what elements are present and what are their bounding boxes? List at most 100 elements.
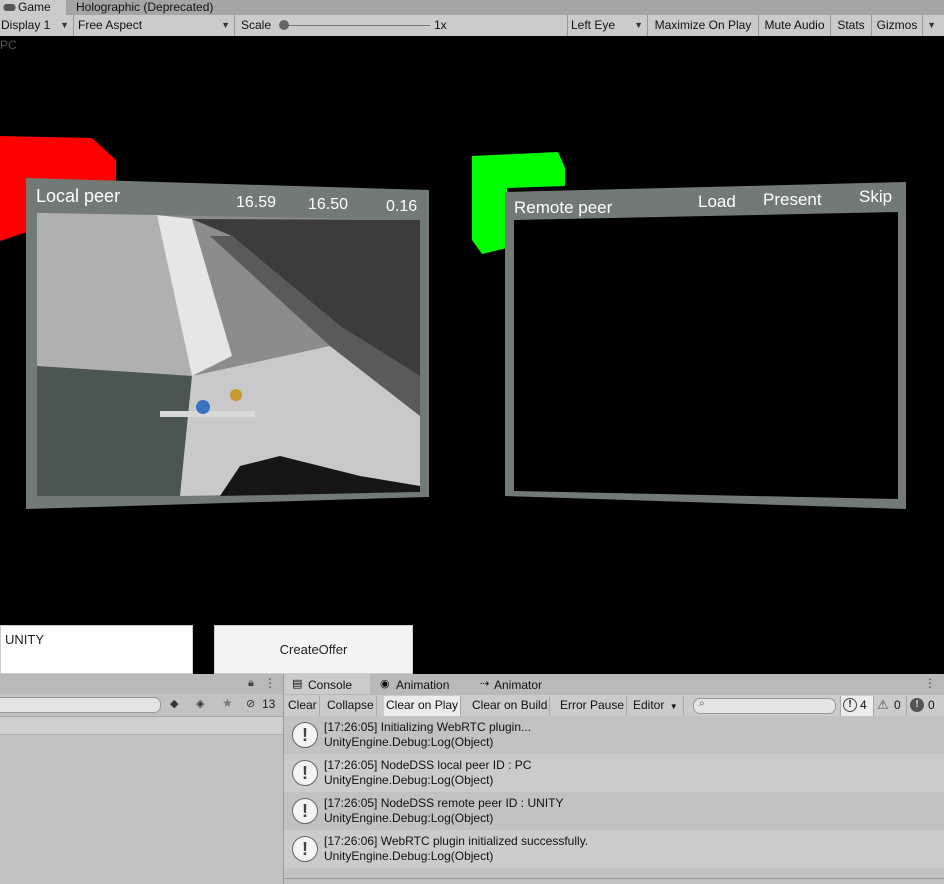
collapse-button[interactable]: Collapse <box>325 696 377 716</box>
log-count: 4 <box>860 698 867 712</box>
tab-holographic-label: Holographic (Deprecated) <box>76 0 214 14</box>
hierarchy-toolbar: ◆ ◈ ★ ⊘ 13 <box>0 694 283 717</box>
remote-peer-title: Remote peer <box>514 198 613 217</box>
remote-video-area <box>514 212 898 499</box>
warning-count: 0 <box>894 698 901 712</box>
stats-toggle[interactable]: Stats <box>831 15 872 36</box>
remote-peer-id-input[interactable]: UNITY <box>0 625 193 674</box>
game-toolbar: Display 1 ▼ Free Aspect ▼ Scale 1x Left … <box>0 15 944 37</box>
hierarchy-search-input[interactable] <box>0 697 161 713</box>
log-message: [17:26:05] NodeDSS remote peer ID : UNIT… <box>324 796 564 810</box>
gizmos-dropdown[interactable]: ▼ <box>923 15 944 36</box>
dropdown-arrow-icon: ▼ <box>221 20 230 30</box>
scale-slider-handle[interactable] <box>279 20 289 30</box>
eye-label: Left Eye <box>571 18 616 32</box>
log-message: [17:26:06] WebRTC plugin initialized suc… <box>324 834 589 848</box>
display-label: Display 1 <box>1 18 51 32</box>
log-info-icon: ! <box>292 836 318 862</box>
console-search-input[interactable]: ⌕ <box>693 698 836 714</box>
aspect-label: Free Aspect <box>78 18 143 32</box>
lock-icon[interactable]: 🔒︎ <box>248 677 254 690</box>
error-icon: ! <box>910 698 924 712</box>
log-filter-toggle[interactable]: ! 4 <box>840 696 873 716</box>
log-info-icon: ! <box>292 798 318 824</box>
create-offer-button[interactable]: CreateOffer <box>214 625 413 674</box>
log-source: UnityEngine.Debug:Log(Object) <box>324 773 494 787</box>
window-tab-bar: Game Holographic (Deprecated) <box>0 0 944 15</box>
local-stat-2: 16.50 <box>308 196 349 213</box>
tab-animator-label: Animator <box>494 678 543 692</box>
scene-visibility-icon[interactable]: ◆ <box>170 697 178 710</box>
tab-console-label: Console <box>308 678 353 692</box>
load-button[interactable]: Load <box>698 192 736 212</box>
hierarchy-panel: 🔒︎ ⋮ ◆ ◈ ★ ⊘ 13 <box>0 674 284 884</box>
log-source: UnityEngine.Debug:Log(Object) <box>324 849 494 863</box>
editor-dropdown-label: Editor <box>633 698 665 712</box>
local-video-feed <box>37 213 420 496</box>
local-peer-title: Local peer <box>36 186 121 206</box>
console-panel: ▤ Console ◉ Animation ⇢ Animator ⋮ Clear… <box>284 674 944 884</box>
log-source: UnityEngine.Debug:Log(Object) <box>324 735 494 749</box>
scale-value: 1x <box>434 18 447 32</box>
tab-animation-label: Animation <box>396 678 450 692</box>
scene-canvas <box>0 136 906 509</box>
log-message: [17:26:05] Initializing WebRTC plugin... <box>324 720 532 734</box>
console-detail-divider[interactable] <box>284 878 944 879</box>
log-entry[interactable]: ! [17:26:06] WebRTC plugin initialized s… <box>284 830 944 868</box>
log-info-icon: ! <box>292 722 318 748</box>
warning-icon: ⚠ <box>877 697 889 712</box>
local-stat-1: 16.59 <box>236 194 277 211</box>
scale-control: Scale 1x <box>235 15 568 36</box>
search-icon: ⌕ <box>699 698 705 709</box>
error-pause-button[interactable]: Error Pause <box>558 696 628 716</box>
remote-peer-id-value: UNITY <box>5 632 44 647</box>
tab-game[interactable]: Game <box>0 0 66 15</box>
dropdown-arrow-icon: ▼ <box>60 20 69 30</box>
game-viewport[interactable]: PC Local peer 16.59 16.50 0.16 Remote pe… <box>0 36 944 674</box>
log-entry[interactable]: ! [17:26:05] NodeDSS local peer ID : PC U… <box>284 754 944 792</box>
log-entry[interactable]: ! [17:26:05] NodeDSS remote peer ID : UN… <box>284 792 944 830</box>
hierarchy-tab-bar: 🔒︎ ⋮ <box>0 674 283 694</box>
log-entry[interactable]: ! [17:26:05] Initializing WebRTC plugin.… <box>284 716 944 754</box>
log-source: UnityEngine.Debug:Log(Object) <box>324 811 494 825</box>
present-button[interactable]: Present <box>763 190 822 210</box>
tab-console[interactable]: ▤ Console <box>284 674 370 694</box>
log-info-icon: ! <box>292 760 318 786</box>
eye-dropdown[interactable]: Left Eye ▼ <box>568 15 648 36</box>
mute-audio-toggle[interactable]: Mute Audio <box>759 15 831 36</box>
scale-slider-track[interactable] <box>285 25 430 26</box>
console-icon: ▤ <box>292 678 303 690</box>
gamepad-icon <box>3 4 16 11</box>
log-message: [17:26:05] NodeDSS local peer ID : PC <box>324 758 532 772</box>
display-dropdown[interactable]: Display 1 ▼ <box>0 15 74 36</box>
hidden-eye-icon[interactable]: ⊘ <box>246 697 255 710</box>
star-icon[interactable]: ★ <box>222 696 233 710</box>
clear-button[interactable]: Clear <box>286 696 320 716</box>
tab-animator[interactable]: ⇢ Animator <box>478 674 558 694</box>
error-count: 0 <box>928 698 935 712</box>
console-tab-bar: ▤ Console ◉ Animation ⇢ Animator ⋮ <box>284 674 944 695</box>
local-stat-3: 0.16 <box>386 198 418 215</box>
dropdown-arrow-icon: ▼ <box>927 20 936 30</box>
more-icon[interactable]: ⋮ <box>264 676 276 690</box>
hierarchy-header-row <box>0 717 283 735</box>
label-icon[interactable]: ◈ <box>196 697 204 710</box>
info-icon: ! <box>843 698 857 712</box>
error-filter-toggle[interactable]: ! 0 <box>906 696 944 716</box>
tab-game-label: Game <box>18 0 51 14</box>
tab-animation[interactable]: ◉ Animation <box>378 674 458 694</box>
gizmos-toggle[interactable]: Gizmos <box>872 15 923 36</box>
aspect-dropdown[interactable]: Free Aspect ▼ <box>74 15 235 36</box>
clear-on-build-button[interactable]: Clear on Build <box>470 696 551 716</box>
scale-label: Scale <box>241 18 272 32</box>
editor-dropdown[interactable]: Editor ▼ <box>631 696 684 716</box>
clear-on-play-button[interactable]: Clear on Play <box>384 696 462 716</box>
skip-button[interactable]: Skip <box>859 187 892 207</box>
hidden-count: 13 <box>262 697 276 711</box>
animator-icon: ⇢ <box>480 678 490 690</box>
more-icon[interactable]: ⋮ <box>924 676 936 690</box>
warning-filter-toggle[interactable]: ⚠ 0 <box>873 696 906 716</box>
dropdown-arrow-icon: ▼ <box>634 20 643 30</box>
tab-holographic[interactable]: Holographic (Deprecated) <box>70 0 240 15</box>
maximize-on-play-toggle[interactable]: Maximize On Play <box>648 15 759 36</box>
